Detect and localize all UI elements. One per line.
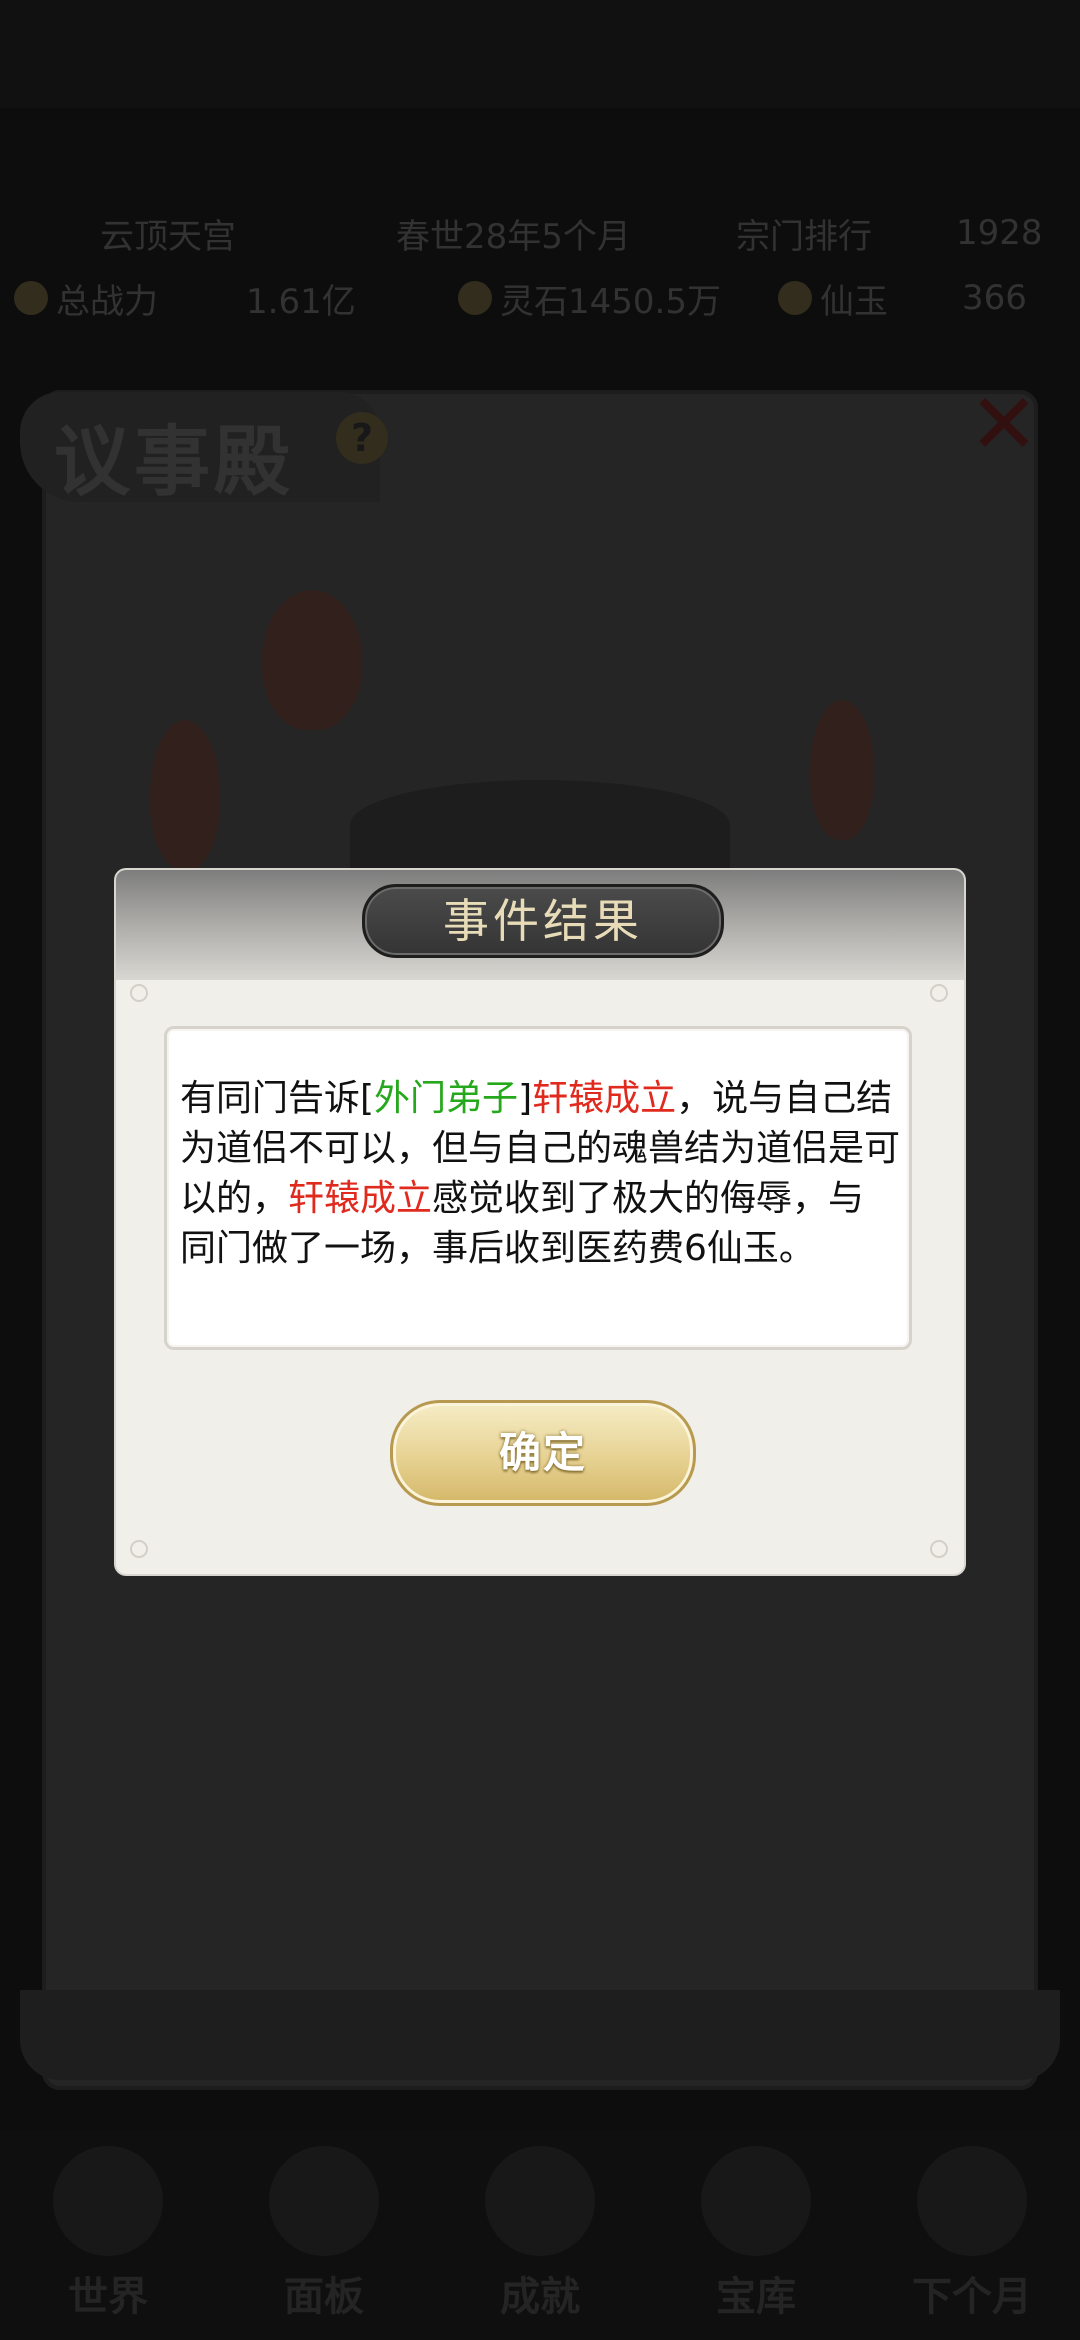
corner-ornament — [930, 984, 948, 1002]
disciple-name-text: 轩辕成立 — [288, 1178, 433, 1219]
event-message: 有同门告诉[外门弟子]轩辕成立，说与自己结为道侣不可以，但与自己的魂兽结为道侣是… — [180, 1074, 900, 1274]
corner-ornament — [130, 1540, 148, 1558]
disciple-rank-text: 外门弟子 — [374, 1078, 519, 1119]
confirm-button-label: 确定 — [498, 1428, 587, 1477]
corner-ornament — [130, 984, 148, 1002]
disciple-name-text: 轩辕成立 — [532, 1078, 677, 1119]
message-segment: 有同门告诉[ — [180, 1078, 375, 1119]
message-segment: ] — [518, 1078, 533, 1119]
dialog-title: 事件结果 — [443, 894, 643, 948]
corner-ornament — [930, 1540, 948, 1558]
